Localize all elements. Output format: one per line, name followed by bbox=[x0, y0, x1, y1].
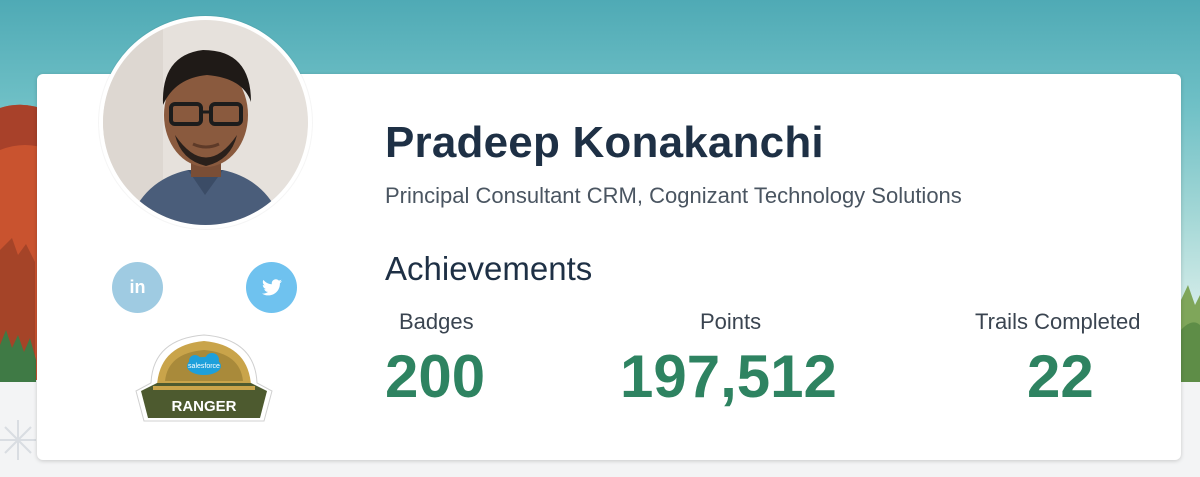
stat-label-points: Points bbox=[700, 309, 762, 334]
profile-name: Pradeep Konakanchi bbox=[385, 118, 824, 167]
twitter-button[interactable] bbox=[246, 262, 297, 313]
avatar-photo bbox=[103, 20, 308, 225]
ranger-badge-icon: salesforce RANGER bbox=[135, 334, 273, 422]
stat-value-points: 197,512 bbox=[620, 343, 837, 410]
linkedin-button[interactable]: in bbox=[112, 262, 163, 313]
achievements-heading: Achievements bbox=[385, 250, 593, 287]
avatar bbox=[99, 16, 312, 229]
ranger-badge-label: RANGER bbox=[171, 398, 236, 415]
twitter-icon bbox=[261, 279, 282, 296]
stat-label-trails: Trails Completed bbox=[975, 309, 1141, 334]
ranger-badge-brand: salesforce bbox=[188, 363, 220, 370]
stat-value-trails: 22 bbox=[1027, 343, 1094, 410]
linkedin-icon: in bbox=[129, 277, 146, 297]
ranger-badge: salesforce RANGER bbox=[133, 333, 275, 425]
stat-label-badges: Badges bbox=[399, 309, 474, 334]
stat-value-badges: 200 bbox=[385, 343, 486, 410]
profile-title: Principal Consultant CRM, Cognizant Tech… bbox=[385, 183, 962, 208]
